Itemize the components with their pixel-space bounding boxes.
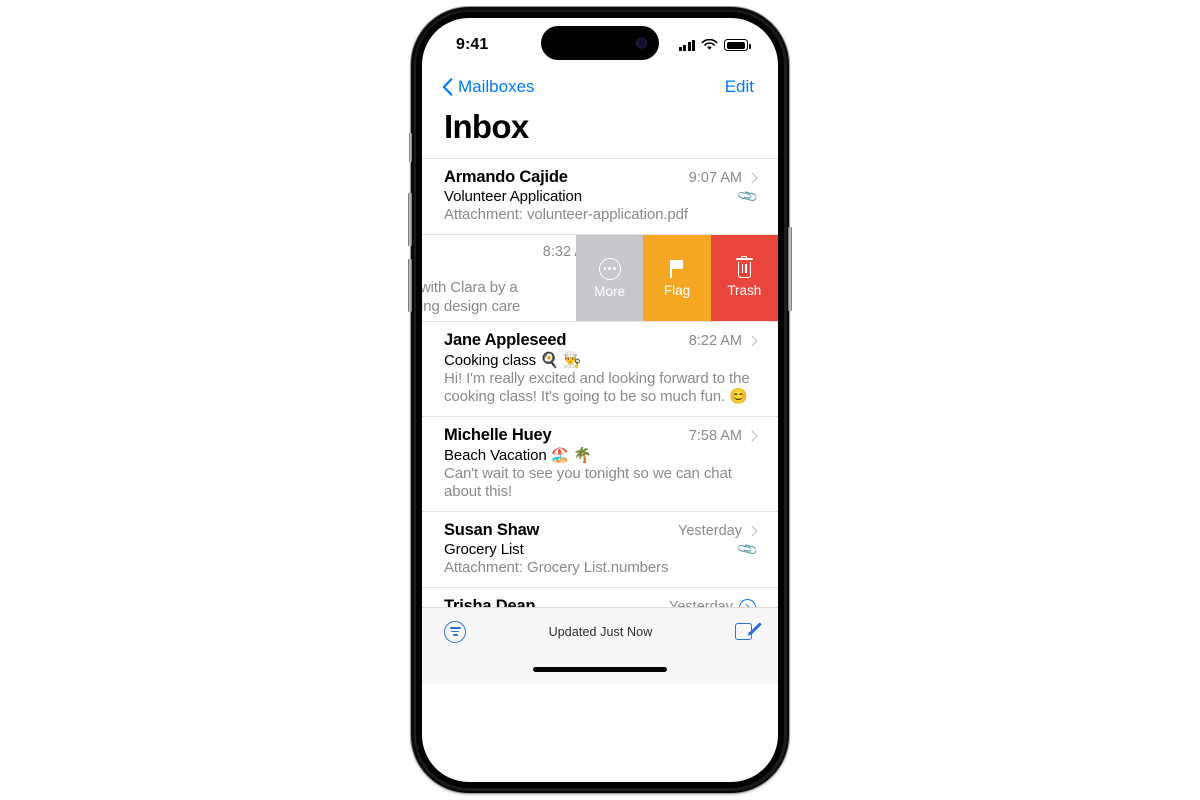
message-subject: Grocery List	[444, 541, 524, 558]
compose-icon[interactable]	[735, 621, 762, 642]
update-status-text: Updated Just Now	[548, 624, 653, 639]
flag-icon	[667, 259, 687, 279]
mail-list[interactable]: Armando Cajide 9:07 AM Volunteer Applica…	[422, 158, 778, 607]
message-sender: Jane Appleseed	[444, 331, 567, 349]
iphone-device-frame: 9:41 Mailboxes Edit Inbox Armando Cajide…	[408, 7, 792, 793]
status-bar-time: 9:41	[456, 36, 489, 53]
message-preview: Can't wait to see you tonight so we can …	[444, 465, 732, 500]
battery-icon	[724, 39, 751, 51]
message-time: Yesterday	[678, 523, 742, 539]
home-indicator-area	[422, 655, 778, 684]
filter-icon[interactable]	[444, 620, 466, 643]
bottom-toolbar: Updated Just Now	[422, 607, 778, 655]
power-button[interactable]	[788, 227, 792, 311]
silent-switch-button[interactable]	[409, 133, 412, 162]
back-to-mailboxes-button[interactable]: Mailboxes	[442, 77, 535, 97]
page-title: Inbox	[444, 108, 529, 145]
swipe-action-more-button[interactable]: More	[576, 235, 644, 321]
message-preview: Hi! I'm really excited and looking forwa…	[444, 370, 750, 405]
swipe-action-label: Trash	[727, 283, 762, 298]
swipe-action-flag-button[interactable]: Flag	[643, 235, 711, 321]
front-camera-icon	[636, 37, 647, 49]
thread-chevron-circle-icon[interactable]	[739, 598, 756, 607]
swipe-action-label: More	[594, 283, 626, 299]
message-time: 8:22 AM	[688, 333, 742, 349]
message-sender: Armando Cajide	[444, 168, 568, 186]
table-row[interactable]: Trisha Dean Yesterday Saturday BBQ Justi…	[422, 587, 778, 607]
message-preview: Attachment: Grocery List.numbers	[444, 559, 669, 576]
swipe-action-trash-button[interactable]: Trash	[710, 235, 778, 321]
cellular-signal-icon	[678, 39, 695, 51]
chevron-right-icon	[746, 430, 758, 442]
home-indicator[interactable]	[533, 667, 667, 672]
table-row-swiped[interactable]: 8:32 AM 📎 uch with Clara by a mazing des…	[422, 234, 778, 321]
volume-down-button[interactable]	[408, 259, 412, 312]
attachment-paperclip-icon: 📎	[735, 184, 759, 208]
message-subject: Volunteer Application	[444, 188, 583, 205]
message-preview: Attachment: volunteer-application.pdf	[444, 206, 688, 223]
volume-up-button[interactable]	[408, 193, 412, 246]
swipe-action-group: More Flag Trash	[576, 235, 778, 321]
status-bar-indicators	[678, 35, 751, 51]
dynamic-island	[541, 26, 659, 60]
message-time: 9:07 AM	[688, 170, 742, 186]
message-subject: Cooking class 🍳 👨‍🍳	[444, 352, 582, 369]
message-sender: Trisha Dean	[444, 597, 536, 607]
table-row[interactable]: Jane Appleseed 8:22 AM Cooking class 🍳 👨…	[422, 321, 778, 416]
chevron-left-icon	[442, 78, 453, 96]
message-time: 7:58 AM	[688, 428, 742, 444]
message-time: Yesterday	[669, 599, 733, 607]
chevron-right-icon	[746, 172, 758, 184]
table-row[interactable]: Michelle Huey 7:58 AM Beach Vacation 🏖️ …	[422, 416, 778, 511]
status-bar: 9:41	[422, 18, 778, 68]
phone-screen: 9:41 Mailboxes Edit Inbox Armando Cajide…	[422, 18, 778, 782]
back-button-label: Mailboxes	[458, 77, 535, 96]
attachment-paperclip-icon: 📎	[735, 537, 759, 561]
message-sender: Michelle Huey	[444, 426, 552, 444]
table-row[interactable]: Susan Shaw Yesterday Grocery List 📎 Atta…	[422, 511, 778, 587]
navigation-bar: Mailboxes Edit	[422, 68, 778, 100]
swipe-action-label: Flag	[663, 282, 691, 298]
screenshot-canvas: 9:41 Mailboxes Edit Inbox Armando Cajide…	[0, 0, 1200, 800]
message-subject: Beach Vacation 🏖️ 🌴	[444, 447, 592, 464]
chevron-right-icon	[746, 525, 758, 537]
message-sender: Susan Shaw	[444, 521, 540, 539]
chevron-right-icon	[746, 335, 758, 347]
wifi-icon	[701, 39, 718, 50]
more-ellipsis-icon	[598, 257, 621, 280]
edit-button[interactable]: Edit	[725, 77, 754, 97]
table-row[interactable]: Armando Cajide 9:07 AM Volunteer Applica…	[422, 158, 778, 234]
trash-icon	[734, 255, 754, 279]
